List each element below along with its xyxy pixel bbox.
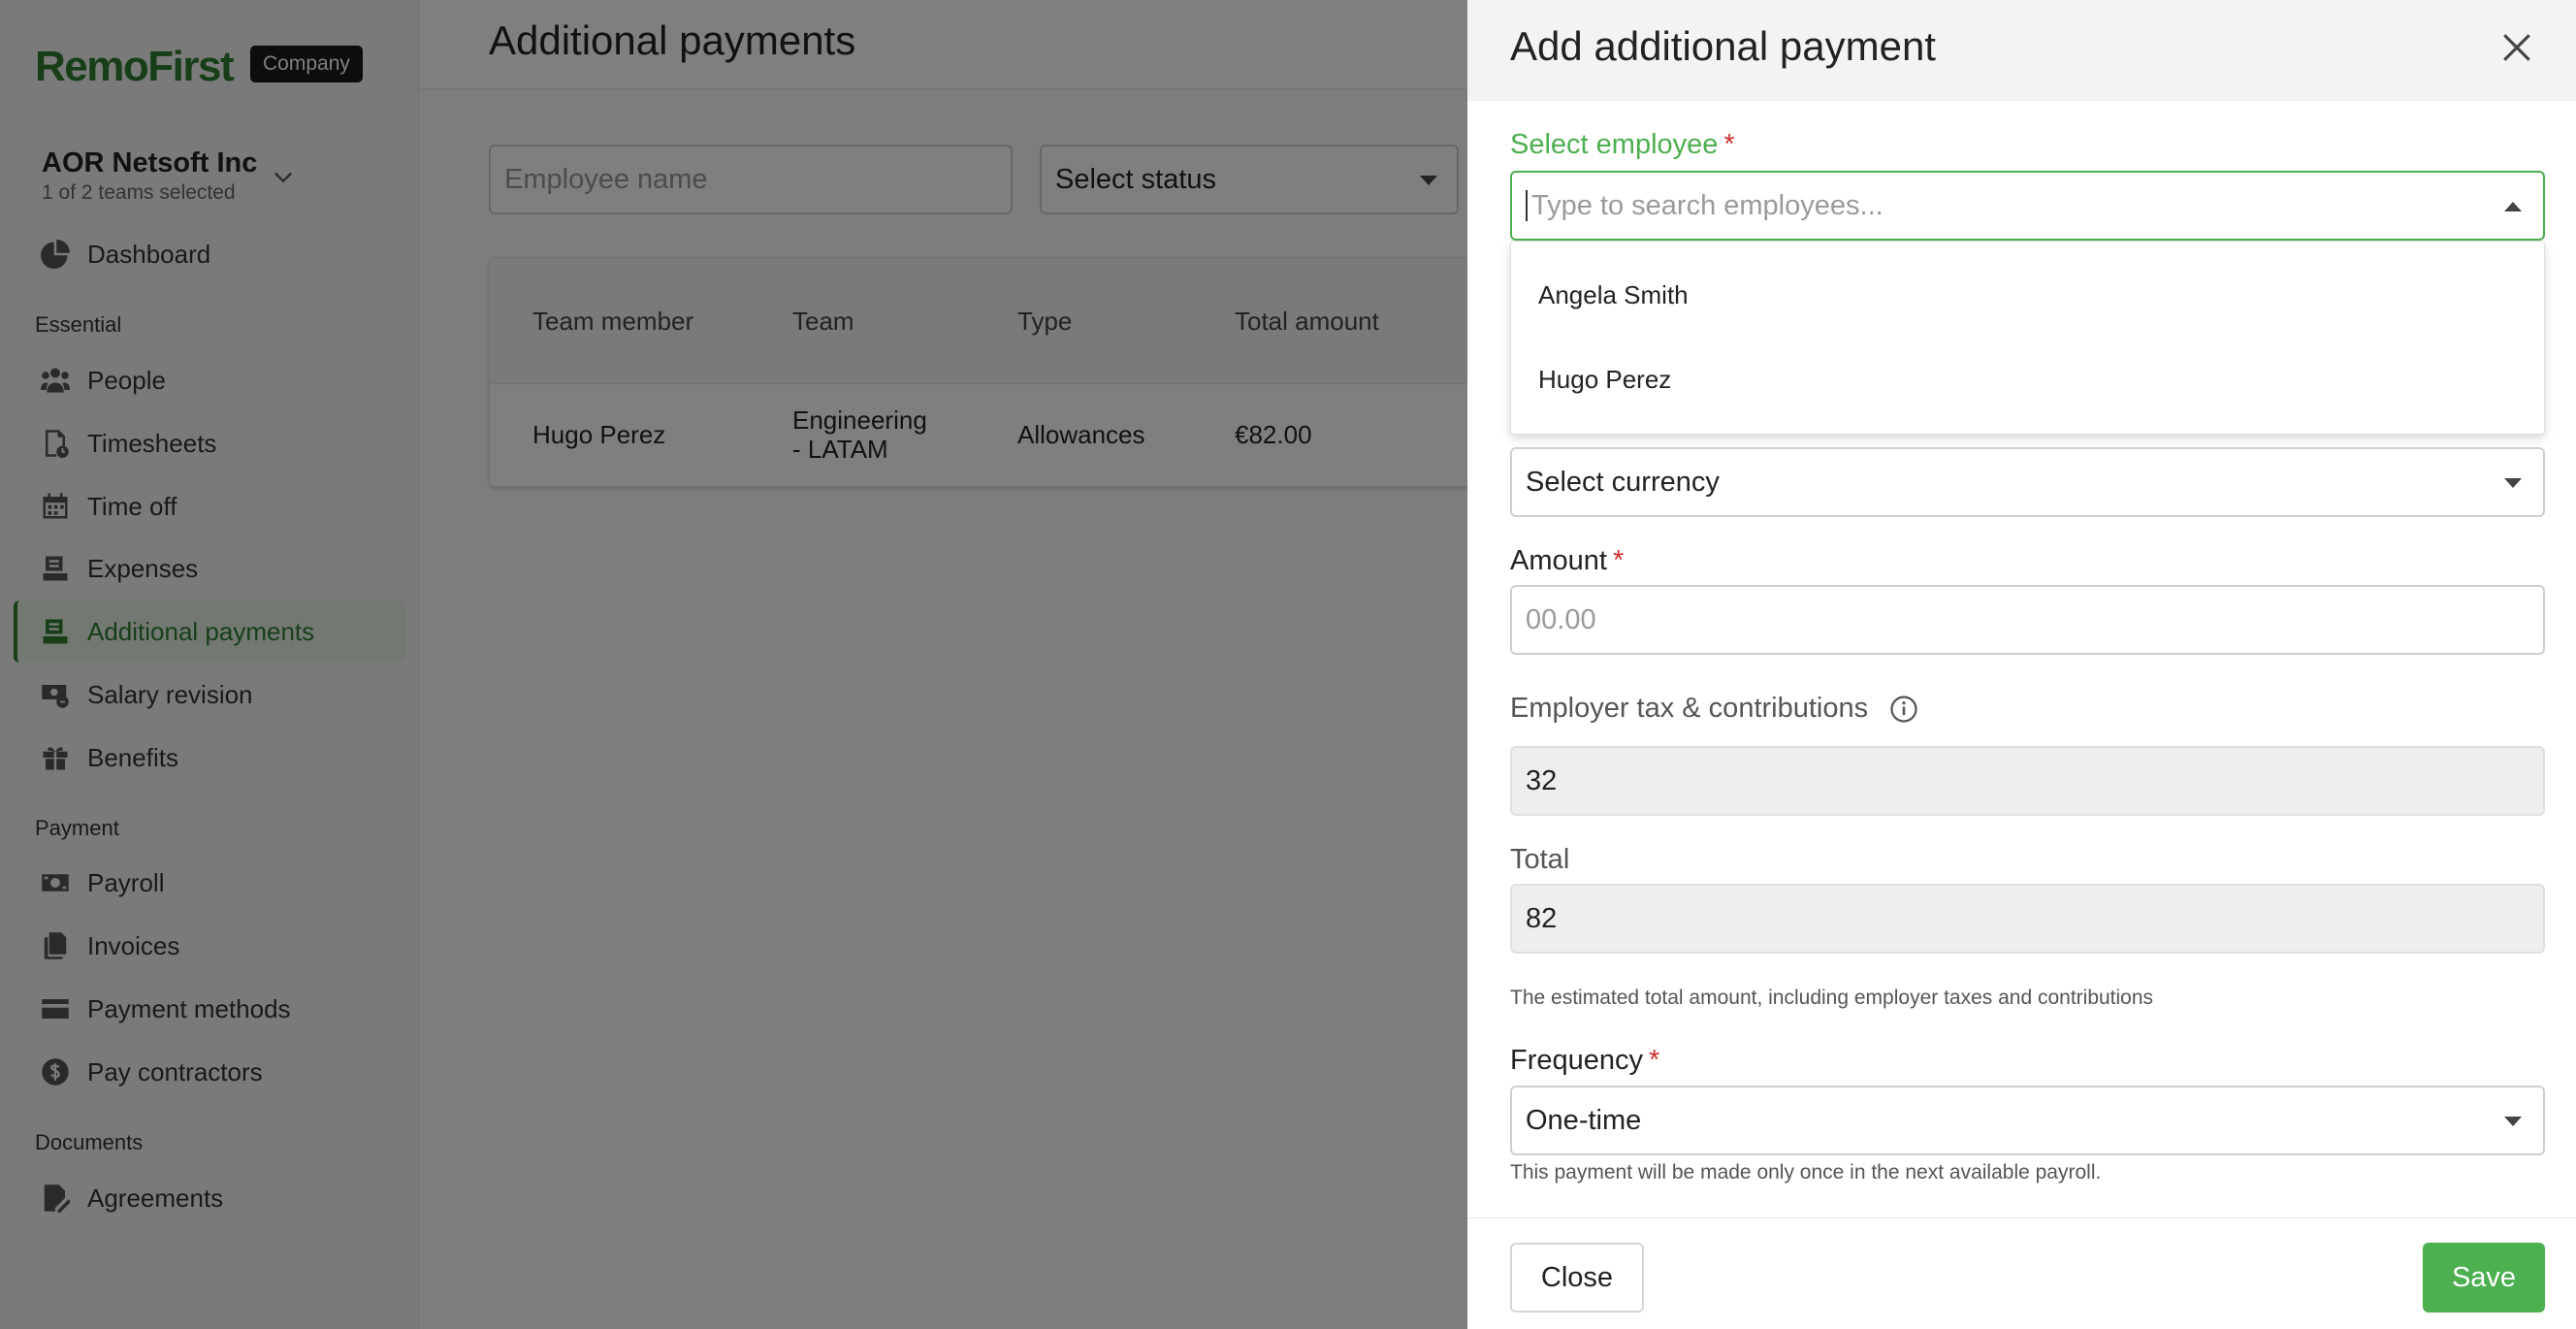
caret-down-icon (2504, 478, 2522, 488)
currency-select-value: Select currency (1526, 466, 1720, 498)
currency-select[interactable]: Select currency (1510, 447, 2545, 517)
dropdown-option[interactable]: Hugo Perez (1511, 340, 2544, 418)
text-cursor (1526, 190, 1528, 221)
total-field: 82 (1510, 884, 2545, 954)
caret-down-icon (2504, 1117, 2522, 1126)
select-employee-label: Select employee * (1510, 129, 1735, 160)
total-helper-text: The estimated total amount, including em… (1510, 987, 2154, 1009)
frequency-helper-text: This payment will be made only once in t… (1510, 1161, 2102, 1183)
employee-search-placeholder: Type to search employees... (1531, 189, 1884, 221)
close-icon[interactable] (2500, 31, 2533, 64)
employee-dropdown-menu: Angela Smith Hugo Perez (1510, 241, 2545, 435)
employer-tax-label: Employer tax & contributions (1510, 693, 1918, 725)
amount-input[interactable]: 00.00 (1510, 585, 2545, 655)
drawer-title: Add additional payment (1510, 23, 1936, 69)
info-icon[interactable] (1889, 695, 1918, 724)
dropdown-option[interactable]: Angela Smith (1511, 256, 2544, 334)
add-payment-drawer: Add additional payment Select employee * … (1467, 0, 2576, 1329)
drawer-footer: Close Save (1467, 1217, 2576, 1329)
modal-backdrop[interactable] (0, 0, 1467, 1329)
frequency-label: Frequency * (1510, 1045, 1660, 1076)
drawer-header: Add additional payment (1467, 0, 2576, 101)
frequency-select-value: One-time (1526, 1104, 1642, 1136)
close-button[interactable]: Close (1510, 1243, 1644, 1313)
employer-tax-field: 32 (1510, 746, 2545, 816)
caret-up-icon[interactable] (2504, 202, 2522, 211)
total-label: Total (1510, 844, 1570, 875)
save-button[interactable]: Save (2423, 1243, 2545, 1313)
amount-label: Amount * (1510, 545, 1625, 576)
employee-search-input[interactable]: Type to search employees... (1510, 171, 2545, 241)
frequency-select[interactable]: One-time (1510, 1086, 2545, 1155)
